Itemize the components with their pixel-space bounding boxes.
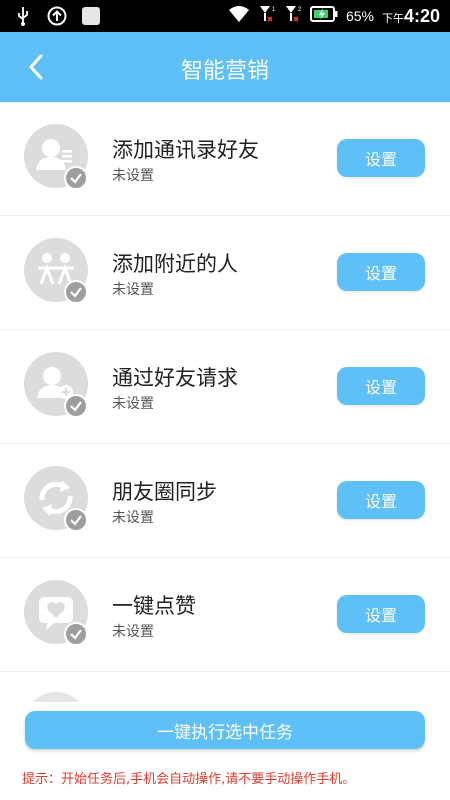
settings-button[interactable]: 设置	[337, 253, 425, 291]
status-left-icons	[12, 5, 102, 27]
item-title: 一键点赞	[112, 594, 196, 618]
signal-sim1-icon: 1	[258, 4, 276, 29]
signal-sim2-icon: 2	[284, 4, 302, 29]
execute-selected-button[interactable]: 一键执行选中任务	[25, 711, 425, 749]
settings-button[interactable]: 设置	[337, 139, 425, 177]
app-notification-icon	[80, 5, 102, 27]
app-header: 智能营销	[0, 32, 450, 102]
item-status: 未设置	[112, 396, 154, 412]
item-title: 通过好友请求	[112, 366, 238, 390]
time-prefix: 下午	[381, 12, 404, 25]
upload-icon	[46, 5, 68, 27]
list-item: 朋友圈同步 未设置 设置	[0, 444, 450, 558]
item-title: 添加通讯录好友	[112, 138, 259, 162]
battery-charging-icon	[309, 5, 338, 28]
check-icon[interactable]	[64, 622, 88, 646]
settings-button[interactable]: 设置	[337, 595, 425, 633]
tip-text: 提示：开始任务后,手机会自动操作,请不要手动操作手机。	[22, 772, 356, 787]
settings-button[interactable]: 设置	[337, 481, 425, 519]
clock: 下午4:20	[382, 6, 440, 27]
item-status: 未设置	[112, 624, 154, 640]
bottom-action-area: 一键执行选中任务 提示：开始任务后,手机会自动操作,请不要手动操作手机。	[0, 702, 450, 800]
list-item: 添加通讯录好友 未设置 设置	[0, 102, 450, 216]
item-status: 未设置	[112, 510, 154, 526]
task-list: 添加通讯录好友 未设置 设置 添加附近的人 未设置 设置 通过好友请求 未设置 …	[0, 102, 450, 702]
check-icon[interactable]	[64, 508, 88, 532]
battery-percent: 65%	[345, 8, 374, 24]
svg-text:2: 2	[298, 7, 302, 13]
page-title: 智能营销	[180, 59, 269, 84]
list-item: 通过好友请求 未设置 设置	[0, 330, 450, 444]
check-icon[interactable]	[64, 280, 88, 304]
status-right: 1 2 65% 下午4:20	[228, 0, 440, 32]
check-icon[interactable]	[64, 166, 88, 190]
item-status: 未设置	[112, 282, 154, 298]
settings-button[interactable]: 设置	[337, 367, 425, 405]
item-title: 添加附近的人	[112, 252, 238, 276]
status-bar: 1 2 65% 下午4:20	[0, 0, 450, 32]
list-item: 一键点赞 未设置 设置	[0, 558, 450, 672]
item-title: 朋友圈同步	[112, 480, 217, 504]
item-status: 未设置	[112, 168, 154, 184]
wifi-icon	[228, 5, 250, 28]
check-icon[interactable]	[64, 394, 88, 418]
time: 4:20	[403, 5, 440, 26]
usb-icon	[12, 5, 34, 27]
list-item: 添加附近的人 未设置 设置	[0, 216, 450, 330]
svg-text:1: 1	[272, 7, 276, 13]
